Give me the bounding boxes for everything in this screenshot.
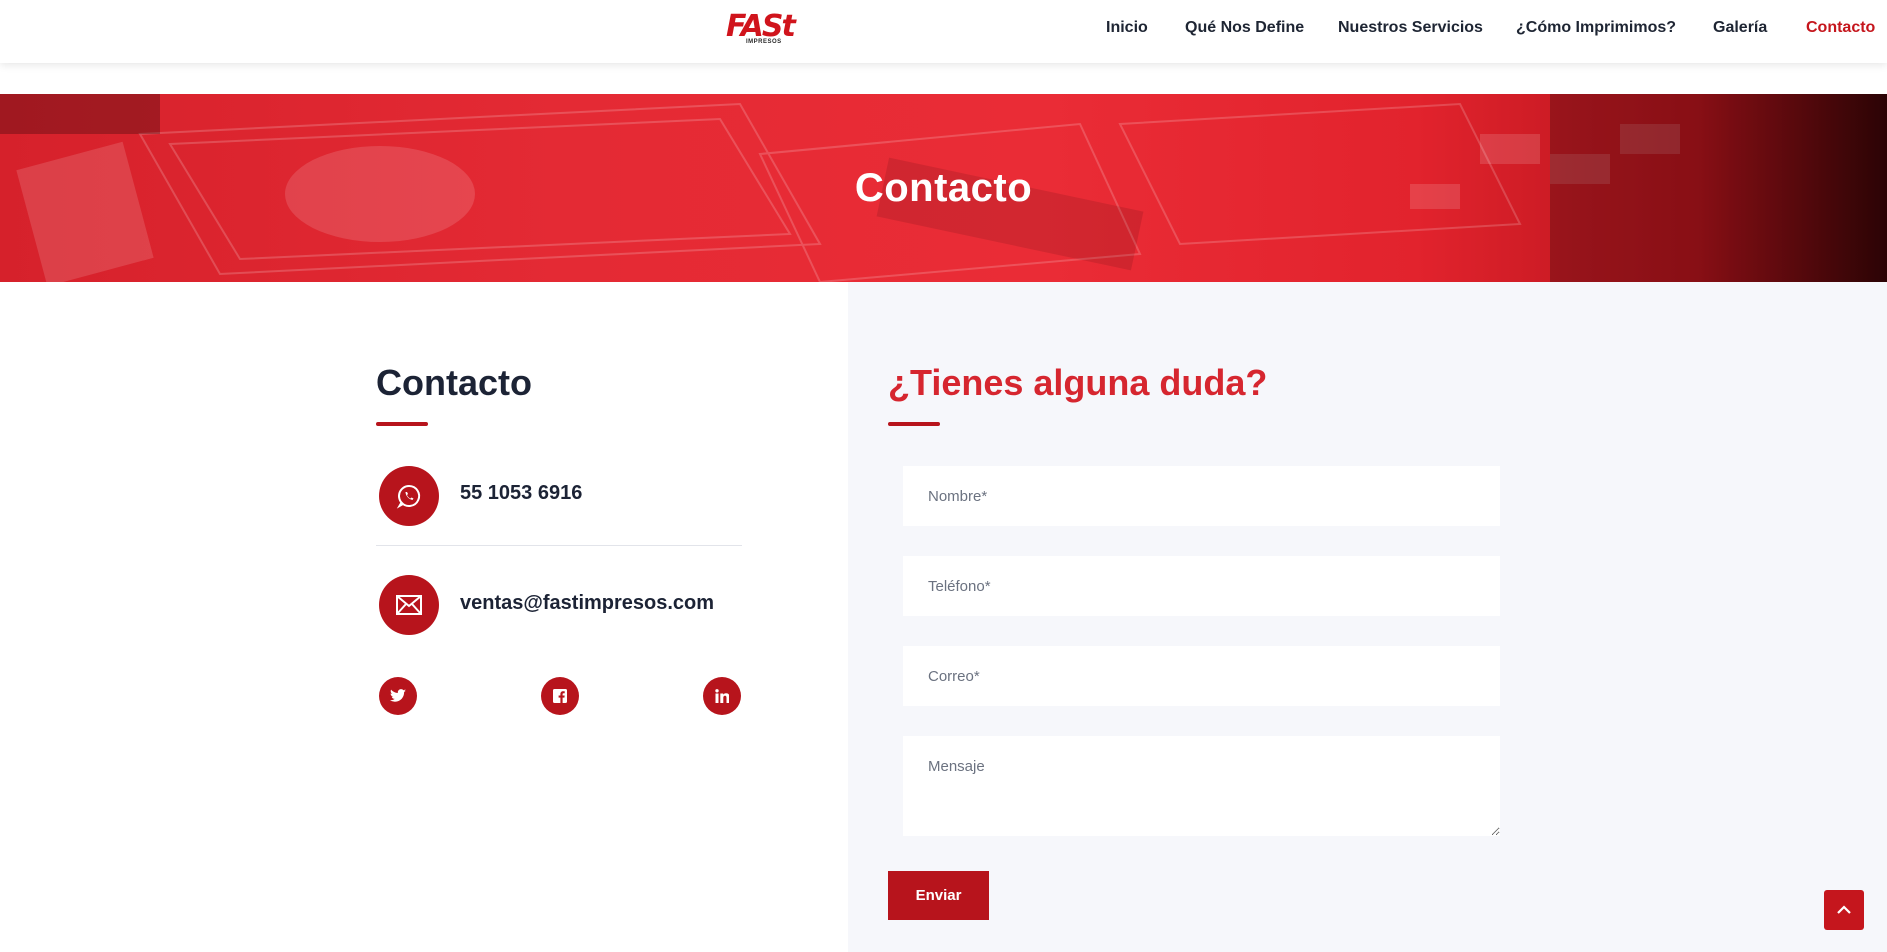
hero-banner: Contacto <box>0 94 1887 282</box>
whatsapp-icon <box>379 466 439 526</box>
phone-number[interactable]: 55 1053 6916 <box>460 482 582 505</box>
main-nav: Inicio Qué Nos Define Nuestros Servicios… <box>0 0 1887 58</box>
nav-item-que-nos-define[interactable]: Qué Nos Define <box>1185 19 1304 37</box>
linkedin-icon[interactable] <box>703 677 741 715</box>
twitter-glyph <box>390 689 406 702</box>
form-title: ¿Tienes alguna duda? <box>888 362 1268 403</box>
contact-title-underline <box>376 422 428 426</box>
nav-item-como-imprimimos[interactable]: ¿Cómo Imprimimos? <box>1516 19 1676 37</box>
nav-item-contacto[interactable]: Contacto <box>1806 19 1875 37</box>
facebook-glyph <box>553 689 567 703</box>
email-address[interactable]: ventas@fastimpresos.com <box>460 592 714 615</box>
envelope-icon <box>379 575 439 635</box>
phone-field[interactable] <box>903 556 1500 616</box>
site-header: FASt IMPRESOS Inicio Qué Nos Define Nues… <box>0 0 1887 63</box>
nav-item-galeria[interactable]: Galería <box>1713 19 1767 37</box>
facebook-icon[interactable] <box>541 677 579 715</box>
nav-item-inicio[interactable]: Inicio <box>1106 19 1148 37</box>
send-button[interactable]: Enviar <box>888 871 989 920</box>
name-field[interactable] <box>903 466 1500 526</box>
form-title-underline <box>888 422 940 426</box>
hero-title: Contacto <box>854 166 1033 210</box>
message-field[interactable] <box>903 736 1500 836</box>
chevron-up-icon <box>1837 905 1851 914</box>
whatsapp-glyph <box>396 484 421 509</box>
envelope-glyph <box>396 595 422 615</box>
email-field[interactable] <box>903 646 1500 706</box>
linkedin-glyph <box>715 689 729 703</box>
back-to-top-button[interactable] <box>1824 890 1864 930</box>
nav-item-nuestros-servicios[interactable]: Nuestros Servicios <box>1338 19 1483 37</box>
contact-title: Contacto <box>376 362 532 403</box>
contact-divider <box>376 545 742 546</box>
twitter-icon[interactable] <box>379 677 417 715</box>
